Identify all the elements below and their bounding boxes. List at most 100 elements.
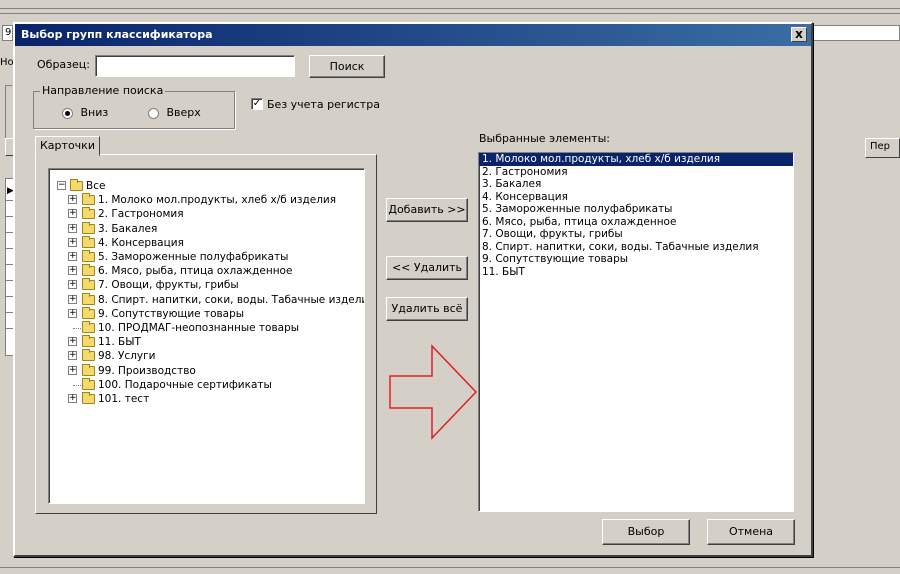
folder-icon xyxy=(82,235,95,248)
ignore-case-checkbox[interactable]: ✓ xyxy=(251,98,263,110)
tree-item[interactable]: +7. Овощи, фрукты, грибы xyxy=(49,278,359,292)
folder-icon xyxy=(82,349,95,362)
expand-icon[interactable]: + xyxy=(68,195,77,205)
radio-down-icon[interactable] xyxy=(62,107,73,119)
add-button[interactable]: Добавить >> xyxy=(386,198,468,222)
cancel-button[interactable]: Отмена xyxy=(707,519,795,545)
app-divider xyxy=(0,8,900,9)
expand-icon[interactable]: + xyxy=(68,365,77,375)
tree-item[interactable]: +5. Замороженные полуфабрикаты xyxy=(49,250,359,264)
dialog-title: Выбор групп классификатора xyxy=(21,28,213,41)
collapse-icon[interactable]: − xyxy=(57,181,66,190)
tree-item-label: 99. Производство xyxy=(98,364,196,377)
tree-item[interactable]: +11. БЫТ xyxy=(49,335,359,349)
search-label: Образец: xyxy=(37,58,90,71)
tree-item-label: 11. БЫТ xyxy=(98,336,141,349)
expand-icon[interactable]: + xyxy=(68,280,77,290)
selected-list-item[interactable]: 7. Овощи, фрукты, грибы xyxy=(479,228,793,241)
folder-icon xyxy=(82,250,95,262)
selected-list-item[interactable]: 11. БЫТ xyxy=(479,266,793,279)
search-direction-legend: Направление поиска xyxy=(40,84,166,97)
tree-item[interactable]: +101. тест xyxy=(49,392,359,406)
selected-list-item[interactable]: 3. Бакалея xyxy=(479,178,793,191)
expand-icon[interactable]: + xyxy=(68,252,77,261)
tree-item[interactable]: +9. Сопутствующие товары xyxy=(49,306,359,321)
selected-list-item[interactable]: 8. Спирт. напитки, соки, воды. Табачные … xyxy=(479,241,793,254)
app-bottom-line xyxy=(0,567,900,568)
app-number-field[interactable]: 9. xyxy=(2,25,13,41)
expand-icon[interactable]: + xyxy=(68,308,77,318)
search-button[interactable]: Поиск xyxy=(309,55,385,78)
tree-item[interactable]: +99. Производство xyxy=(49,363,359,378)
dialog-titlebar[interactable]: Выбор групп классификатора x xyxy=(15,24,811,46)
tree-item[interactable]: +8. Спирт. напитки, соки, воды. Табачные… xyxy=(49,292,364,307)
radio-up[interactable]: Вверх xyxy=(148,106,201,119)
selected-list-item[interactable]: 1. Молоко мол.продукты, хлеб х/б изделия xyxy=(479,153,793,166)
tree-item-label: 9. Сопутствующие товары xyxy=(98,307,245,320)
tree-item-label: 101. тест xyxy=(98,393,150,405)
selected-list-item[interactable]: 2. Гастрономия xyxy=(479,166,793,179)
tree-item[interactable]: +3. Бакалея xyxy=(49,221,359,236)
choose-button[interactable]: Выбор xyxy=(602,519,690,545)
folder-icon xyxy=(82,363,95,376)
folder-icon xyxy=(82,264,95,277)
radio-up-label: Вверх xyxy=(166,106,201,119)
search-input[interactable] xyxy=(95,55,295,77)
app-top-strip xyxy=(0,0,900,14)
tree-item-label: 2. Гастрономия xyxy=(98,208,184,221)
tree-connector xyxy=(73,384,81,386)
classifier-tree[interactable]: − Все +1. Молоко мол.продукты, хлеб х/б из… xyxy=(48,168,365,504)
search-direction-group: Направление поиска Вниз Вверх xyxy=(33,84,235,129)
remove-all-button[interactable]: Удалить всё xyxy=(386,297,468,321)
arrow-right-icon xyxy=(389,344,478,440)
tree-item-label: 6. Мясо, рыба, птица охлажденное xyxy=(98,265,293,278)
selected-items-label: Выбранные элементы: xyxy=(479,132,610,145)
tree-item[interactable]: +6. Мясо, рыба, птица охлажденное xyxy=(49,264,359,278)
tree-item-label: 98. Услуги xyxy=(98,350,156,363)
folder-icon xyxy=(82,335,95,348)
selected-list-item[interactable]: 4. Консервация xyxy=(479,191,793,204)
radio-up-icon[interactable] xyxy=(148,107,159,119)
tree-connector xyxy=(73,328,81,329)
tab-cards[interactable]: Карточки xyxy=(35,136,100,156)
folder-icon xyxy=(70,179,83,191)
folder-icon xyxy=(82,292,95,305)
tree-root-label: Все xyxy=(86,180,106,192)
expand-icon[interactable]: + xyxy=(68,351,77,361)
tree-item[interactable]: +98. Услуги xyxy=(49,349,359,363)
expand-icon[interactable]: + xyxy=(68,209,77,219)
app-right-button[interactable]: Пер xyxy=(865,138,900,158)
expand-icon[interactable]: + xyxy=(68,294,77,304)
selected-list-item[interactable]: 5. Замороженные полуфабрикаты xyxy=(479,203,793,216)
tree-item[interactable]: +4. Консервация xyxy=(49,235,359,250)
tree-item-label: 10. ПРОДМАГ-неопознанные товары xyxy=(98,322,300,334)
tree-item-label: 5. Замороженные полуфабрикаты xyxy=(98,251,289,263)
folder-icon xyxy=(82,193,95,206)
expand-icon[interactable]: + xyxy=(68,237,77,247)
remove-button[interactable]: << Удалить xyxy=(386,256,468,280)
selected-list-item[interactable]: 9. Сопутствующие товары xyxy=(479,253,793,266)
expand-icon[interactable]: + xyxy=(68,223,77,233)
tree-item[interactable]: 10. ПРОДМАГ-неопознанные товары xyxy=(49,321,359,335)
expand-icon[interactable]: + xyxy=(68,266,77,276)
tree-item-label: 8. Спирт. напитки, соки, воды. Табачные … xyxy=(98,293,365,306)
expand-icon[interactable]: + xyxy=(68,394,77,403)
tree-item-label: 100. Подарочные сертификаты xyxy=(98,378,272,391)
selected-items-list[interactable]: 1. Молоко мол.продукты, хлеб х/б изделия… xyxy=(478,152,794,512)
classifier-dialog: Выбор групп классификатора x Образец: По… xyxy=(13,22,813,557)
ignore-case-label: Без учета регистра xyxy=(267,98,380,111)
folder-icon xyxy=(82,321,95,333)
app-field-right[interactable] xyxy=(812,25,900,41)
close-icon[interactable]: x xyxy=(791,27,807,42)
folder-icon xyxy=(82,377,95,390)
radio-down-label: Вниз xyxy=(80,106,109,119)
expand-icon[interactable]: + xyxy=(68,337,77,347)
folder-icon xyxy=(82,392,95,404)
tree-item-label: 3. Бакалея xyxy=(98,222,158,235)
tree-item[interactable]: 100. Подарочные сертификаты xyxy=(49,377,359,392)
radio-down[interactable]: Вниз xyxy=(62,106,108,119)
tree-root[interactable]: − Все xyxy=(49,179,349,193)
selected-list-item[interactable]: 6. Мясо, рыба, птица охлажденное xyxy=(479,216,793,229)
tree-item[interactable]: +1. Молоко мол.продукты, хлеб х/б издели… xyxy=(49,193,359,207)
tree-item[interactable]: +2. Гастрономия xyxy=(49,207,359,221)
